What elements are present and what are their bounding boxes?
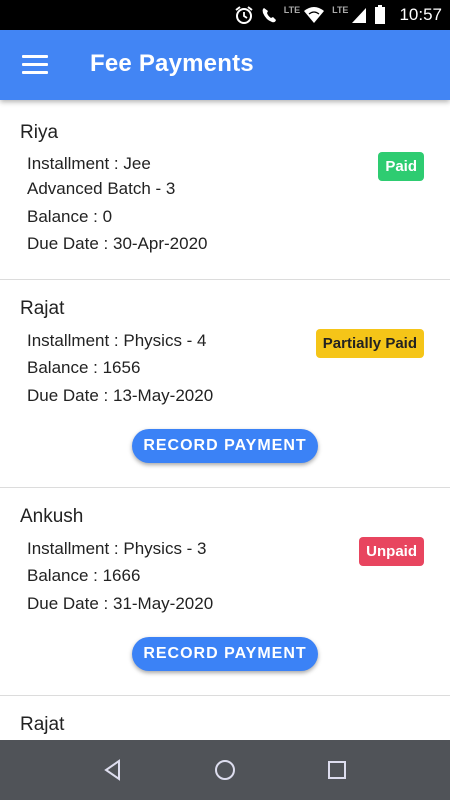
back-icon[interactable] [97,754,129,786]
list-item: Rajat [0,696,450,740]
student-name: Rajat [20,714,65,735]
balance-text: Balance : 1656 [27,358,141,377]
alarm-icon [235,6,253,24]
balance-text: Balance : 0 [27,207,113,226]
student-name: Rajat [20,298,65,319]
installment-text: Installment : Jee [27,154,151,173]
call-lte-icon [262,8,276,23]
installment-text-continued: Advanced Batch - 3 [27,179,176,198]
status-badge: Partially Paid [315,329,424,358]
fee-payment-list[interactable]: Riya Installment : Jee Advanced Batch - … [0,100,450,740]
installment-text: Installment : Physics - 3 [27,539,207,558]
recents-icon[interactable] [321,754,353,786]
lte-label: LTE [332,5,349,15]
student-name: Ankush [20,506,84,527]
battery-icon [375,5,386,24]
status-time: 10:57 [399,5,442,24]
list-item: Ankush Installment : Physics - 3 Balance… [0,488,450,696]
balance-text: Balance : 1666 [27,566,141,585]
system-navigation-bar [0,740,450,800]
list-item: Riya Installment : Jee Advanced Batch - … [0,100,450,280]
record-payment-button[interactable]: RECORD PAYMENT [132,637,318,671]
home-icon[interactable] [209,754,241,786]
due-date-text: Due Date : 30-Apr-2020 [27,234,208,253]
status-bar: LTE LTE 10:57 [0,0,450,30]
student-name: Riya [20,122,59,143]
hamburger-menu-icon[interactable] [22,55,48,75]
record-payment-button[interactable]: RECORD PAYMENT [132,429,318,463]
list-item: Rajat Installment : Physics - 4 Balance … [0,280,450,488]
app-bar: Fee Payments [0,30,450,100]
due-date-text: Due Date : 31-May-2020 [27,594,214,613]
signal-icon [352,8,367,23]
page-title: Fee Payments [90,50,254,77]
network-type-label: LTE [283,5,301,15]
status-badge: Paid [378,152,424,181]
due-date-text: Due Date : 13-May-2020 [27,386,214,405]
installment-text: Installment : Physics - 4 [27,331,207,350]
status-badge: Unpaid [359,537,424,566]
wifi-icon [304,7,325,23]
